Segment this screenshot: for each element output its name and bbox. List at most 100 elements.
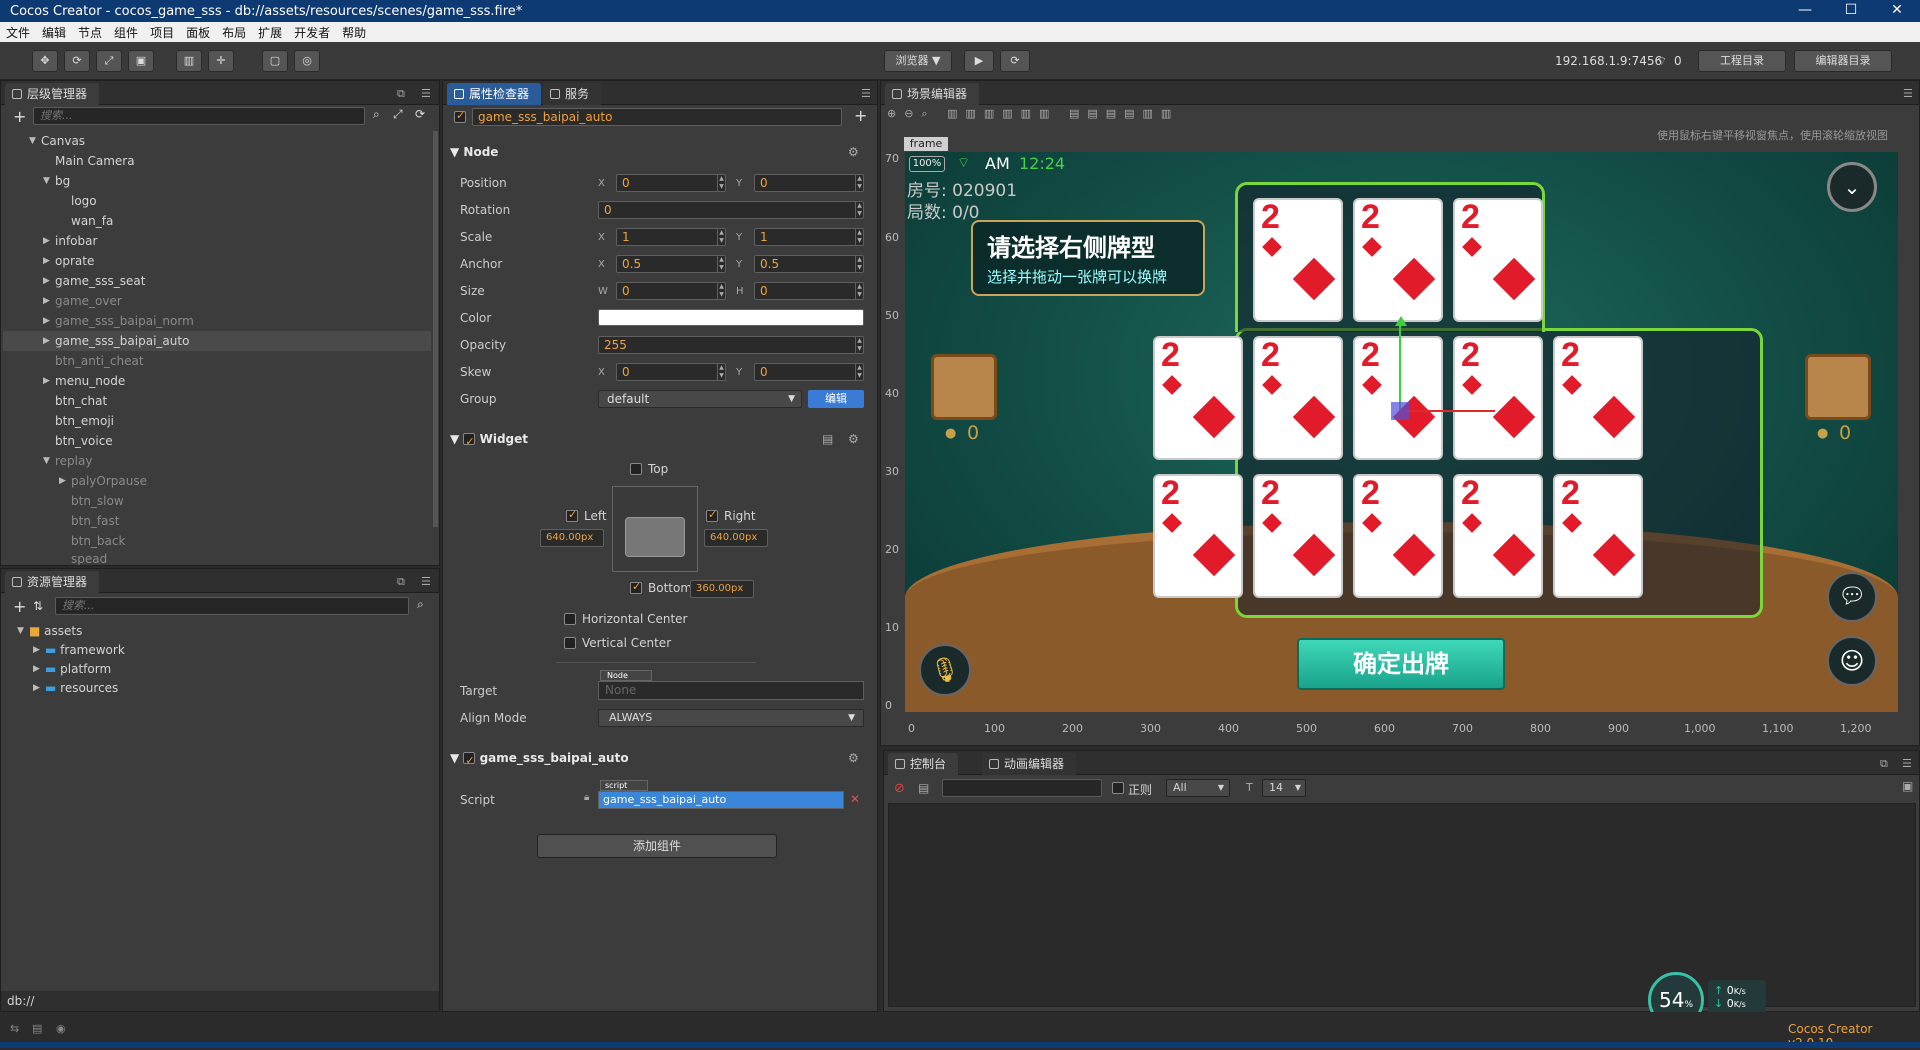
close-button[interactable]: ✕: [1874, 0, 1920, 22]
doc-icon[interactable]: ▤: [822, 432, 833, 446]
add-component-icon[interactable]: +: [854, 106, 867, 125]
panel-menu-icon[interactable]: ☰: [421, 87, 431, 100]
menu-edit[interactable]: 编辑: [36, 24, 72, 41]
search-icon[interactable]: ⌕: [417, 597, 424, 612]
menu-extension[interactable]: 扩展: [252, 24, 288, 41]
tree-node[interactable]: btn_slow: [71, 491, 124, 511]
tree-node[interactable]: logo: [71, 191, 97, 211]
panel-menu-icon[interactable]: ☰: [861, 87, 871, 100]
play-button[interactable]: ▶: [964, 50, 994, 72]
tree-node[interactable]: ▶ menu_node: [43, 371, 125, 391]
add-asset-icon[interactable]: +: [13, 597, 26, 616]
card[interactable]: 2: [1553, 474, 1643, 598]
move-tool-icon[interactable]: ✥: [32, 50, 58, 72]
horizontal-center-checkbox[interactable]: [564, 613, 576, 625]
collapse-arrow-icon[interactable]: ▶: [33, 659, 40, 679]
panel-menu-icon[interactable]: ☰: [1903, 87, 1913, 100]
collapse-arrow-icon[interactable]: ▶: [43, 371, 50, 391]
right-player-avatar[interactable]: [1805, 354, 1871, 420]
tab-scene-editor[interactable]: 场景编辑器: [885, 83, 980, 105]
menu-developer[interactable]: 开发者: [288, 24, 336, 41]
position-y-field[interactable]: 0 ▲ ▼: [754, 174, 864, 192]
script-enabled-checkbox[interactable]: [463, 750, 476, 772]
tab-hierarchy[interactable]: 层级管理器: [5, 83, 100, 105]
collapse-arrow-icon[interactable]: ▶: [43, 251, 50, 271]
collapse-arrow-icon[interactable]: ▶: [33, 640, 40, 660]
folder-item[interactable]: ▶ ▬ resources: [33, 678, 118, 698]
collapse-arrow-icon[interactable]: ▶: [43, 271, 50, 291]
browser-select[interactable]: 浏览器 ▼: [884, 50, 952, 72]
vertical-center-checkbox[interactable]: [564, 637, 576, 649]
add-component-button[interactable]: 添加组件: [537, 834, 777, 858]
card[interactable]: 2: [1353, 336, 1443, 460]
target-field[interactable]: None: [598, 681, 864, 700]
chat-bubble-icon[interactable]: 💬︎: [1827, 572, 1877, 622]
editor-dir-button[interactable]: 编辑器目录: [1794, 50, 1892, 72]
folder-item[interactable]: ▶ ▬ framework: [33, 640, 125, 660]
gizmo-x-axis[interactable]: [1399, 410, 1495, 412]
log-level-select[interactable]: All ▼: [1166, 779, 1230, 797]
rotate-tool-icon[interactable]: ⟳: [64, 50, 90, 72]
menu-file[interactable]: 文件: [0, 24, 36, 41]
tree-node[interactable]: ▶ oprate: [43, 251, 94, 271]
card[interactable]: 2: [1453, 336, 1543, 460]
assets-search-input[interactable]: 搜索...: [55, 597, 409, 615]
expand-all-icon[interactable]: ⤢: [393, 107, 403, 122]
card[interactable]: 2: [1353, 198, 1443, 322]
card[interactable]: 2: [1253, 198, 1343, 322]
collapse-arrow-icon[interactable]: ▶: [43, 331, 50, 351]
expand-arrow-icon[interactable]: ▼: [29, 131, 36, 151]
align-mode-select[interactable]: ALWAYS ▼: [598, 709, 864, 727]
collapse-arrow-icon[interactable]: ▶: [59, 471, 66, 491]
collapse-arrow-icon[interactable]: ▶: [43, 291, 50, 311]
local-icon[interactable]: ✛: [208, 50, 234, 72]
maximize-panel-icon[interactable]: ⧉: [1880, 757, 1888, 771]
stepper-icon[interactable]: ▲ ▼: [855, 202, 863, 218]
widget-bottom-checkbox[interactable]: [630, 580, 642, 594]
tree-node-selected[interactable]: ▶ game_sss_baipai_auto: [3, 331, 431, 351]
tree-node[interactable]: ▶ game_sss_seat: [43, 271, 146, 291]
tree-node[interactable]: btn_chat: [55, 391, 107, 411]
tree-node[interactable]: ▶ game_sss_baipai_norm: [43, 311, 194, 331]
expand-arrow-icon[interactable]: ▼: [17, 621, 24, 641]
dropdown-menu-icon[interactable]: ⌄: [1827, 162, 1877, 212]
collapse-arrow-icon[interactable]: ▶: [43, 311, 50, 331]
color-picker[interactable]: [598, 309, 864, 326]
widget-left-field[interactable]: 640.00px: [540, 529, 604, 547]
stepper-icon[interactable]: ▲ ▼: [717, 283, 725, 299]
size-w-field[interactable]: 0 ▲ ▼: [616, 282, 726, 300]
tree-node[interactable]: ▼ replay: [43, 451, 92, 471]
script-field[interactable]: game_sss_baipai_auto: [598, 791, 844, 809]
collapse-icon[interactable]: ▣: [1902, 779, 1913, 793]
expand-arrow-icon[interactable]: ▼: [43, 171, 50, 191]
collapse-arrow-icon[interactable]: ▶: [43, 231, 50, 251]
hierarchy-scrollbar[interactable]: [433, 131, 438, 527]
stepper-icon[interactable]: ▲ ▼: [855, 283, 863, 299]
snap-icon[interactable]: ▢: [262, 50, 288, 72]
panel-menu-icon[interactable]: ☰: [1902, 757, 1912, 770]
node-active-checkbox[interactable]: [454, 109, 466, 123]
tree-node[interactable]: Main Camera: [55, 151, 135, 171]
hierarchy-search-input[interactable]: 搜索...: [33, 107, 365, 125]
scale-tool-icon[interactable]: ⤢: [96, 50, 122, 72]
tree-node[interactable]: ▶ infobar: [43, 231, 97, 251]
widget-right-checkbox[interactable]: [706, 508, 718, 522]
tree-node[interactable]: btn_voice: [55, 431, 113, 451]
stepper-icon[interactable]: ▲ ▼: [855, 175, 863, 191]
widget-enabled-checkbox[interactable]: [463, 431, 476, 453]
tab-service[interactable]: 服务: [543, 83, 602, 105]
card[interactable]: 2: [1153, 336, 1243, 460]
gizmo-center[interactable]: [1391, 402, 1409, 420]
widget-top-checkbox[interactable]: [630, 463, 642, 475]
search-icon[interactable]: ⌕: [373, 107, 380, 122]
skew-y-field[interactable]: 0 ▲ ▼: [754, 363, 864, 381]
menu-panel[interactable]: 面板: [180, 24, 216, 41]
tree-node[interactable]: btn_back: [71, 531, 125, 551]
card[interactable]: 2: [1153, 474, 1243, 598]
minimize-button[interactable]: —: [1782, 0, 1828, 22]
widget-bottom-field[interactable]: 360.00px: [690, 580, 754, 598]
tab-console[interactable]: 控制台: [888, 753, 959, 775]
tree-node[interactable]: ▼ Canvas: [29, 131, 85, 151]
opacity-field[interactable]: 255 ▲ ▼: [598, 336, 864, 354]
collapse-arrow-icon[interactable]: ▶: [33, 678, 40, 698]
